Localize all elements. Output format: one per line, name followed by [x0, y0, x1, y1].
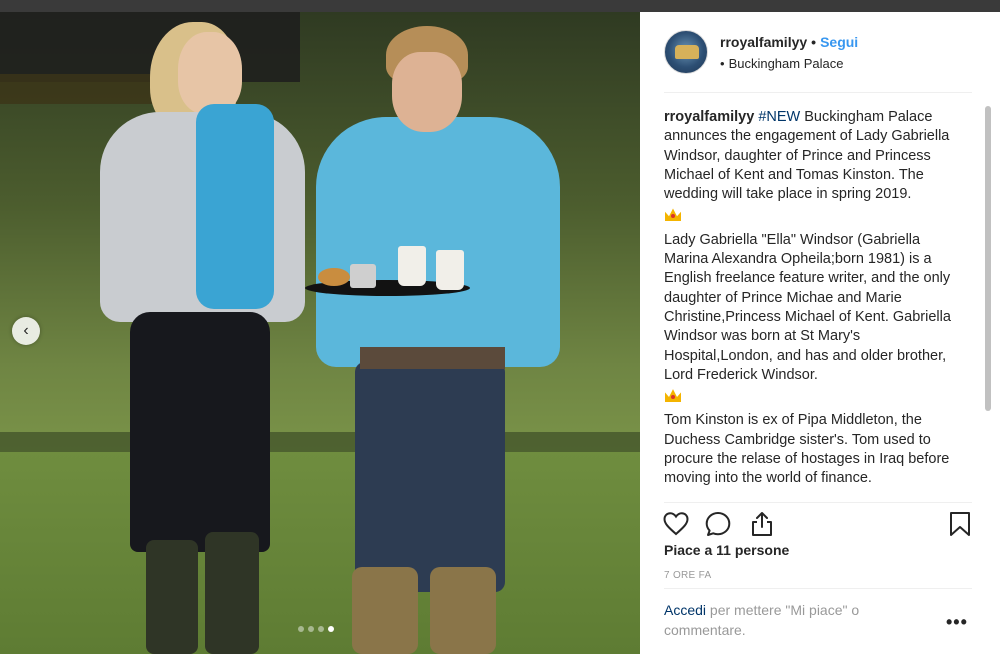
caption-hashtag[interactable]: #NEW — [758, 109, 800, 125]
woman-left-boot — [146, 540, 198, 654]
crown-icon — [675, 45, 699, 59]
post-header: rroyalfamilyy • Segui • Buckingham Palace — [640, 12, 1000, 92]
header-separator: • — [811, 33, 817, 50]
avatar[interactable] — [664, 30, 708, 74]
caption: rroyalfamilyy #NEW Buckingham Palace ann… — [664, 108, 962, 489]
mug — [350, 264, 376, 288]
croissant — [318, 268, 350, 286]
woman-right-boot — [205, 532, 259, 654]
scrollbar-thumb[interactable] — [985, 106, 991, 411]
scrollbar[interactable] — [984, 106, 992, 501]
woman-head — [178, 32, 242, 114]
carousel-dot — [308, 626, 314, 632]
post-timestamp[interactable]: 7 ORE FA — [664, 570, 711, 581]
man-jeans — [355, 362, 505, 592]
chevron-left-icon[interactable]: ‹ — [12, 317, 40, 345]
man-belt — [360, 347, 505, 369]
more-options-button[interactable]: ••• — [946, 612, 968, 633]
carousel-dot — [298, 626, 304, 632]
coffee-cup — [398, 246, 426, 286]
header-text: rroyalfamilyy • Segui • Buckingham Palace — [720, 34, 858, 71]
caption-fade — [664, 486, 962, 502]
crown-icon — [664, 387, 682, 403]
post-modal: ‹ rroyalfamilyy • Segui • Buckingham Pala… — [0, 12, 1000, 654]
divider — [664, 588, 972, 589]
crown-icon — [664, 206, 682, 222]
login-prompt: Accedi per mettere "Mi piace" o commenta… — [664, 600, 914, 640]
photo-grass — [0, 452, 640, 654]
bookmark-icon[interactable] — [946, 510, 974, 538]
location-link[interactable]: Buckingham Palace — [729, 56, 844, 71]
caption-username[interactable]: rroyalfamilyy — [664, 109, 754, 125]
likes-count[interactable]: Piace a 11 persone — [664, 542, 789, 558]
woman-jeans — [130, 312, 270, 552]
caption-paragraph-3: Tom Kinston is ex of Pipa Middleton, the… — [664, 412, 950, 487]
coffee-cup — [436, 250, 464, 290]
page-backdrop — [0, 0, 1000, 12]
login-link[interactable]: Accedi — [664, 602, 706, 618]
divider — [664, 92, 972, 93]
man-shirt — [316, 117, 560, 367]
man-head — [392, 52, 462, 132]
username-link[interactable]: rroyalfamilyy — [720, 34, 807, 50]
comments-scroll-area[interactable]: rroyalfamilyy #NEW Buckingham Palace ann… — [664, 108, 962, 500]
share-icon[interactable] — [748, 510, 776, 538]
heart-icon[interactable] — [662, 510, 690, 538]
location-bullet: • — [720, 55, 725, 71]
post-photo[interactable]: ‹ — [0, 12, 640, 654]
woman-blue-scarf — [196, 104, 274, 309]
carousel-dot — [328, 626, 334, 632]
carousel-dots — [298, 626, 334, 632]
man-right-boot — [430, 567, 496, 654]
divider — [664, 502, 972, 503]
carousel-dot — [318, 626, 324, 632]
man-left-boot — [352, 567, 418, 654]
comment-icon[interactable] — [704, 510, 732, 538]
post-side-panel: rroyalfamilyy • Segui • Buckingham Palace… — [640, 12, 1000, 654]
caption-paragraph-2: Lady Gabriella "Ella" Windsor (Gabriella… — [664, 231, 951, 383]
action-bar — [662, 506, 974, 546]
follow-button[interactable]: Segui — [820, 34, 858, 50]
